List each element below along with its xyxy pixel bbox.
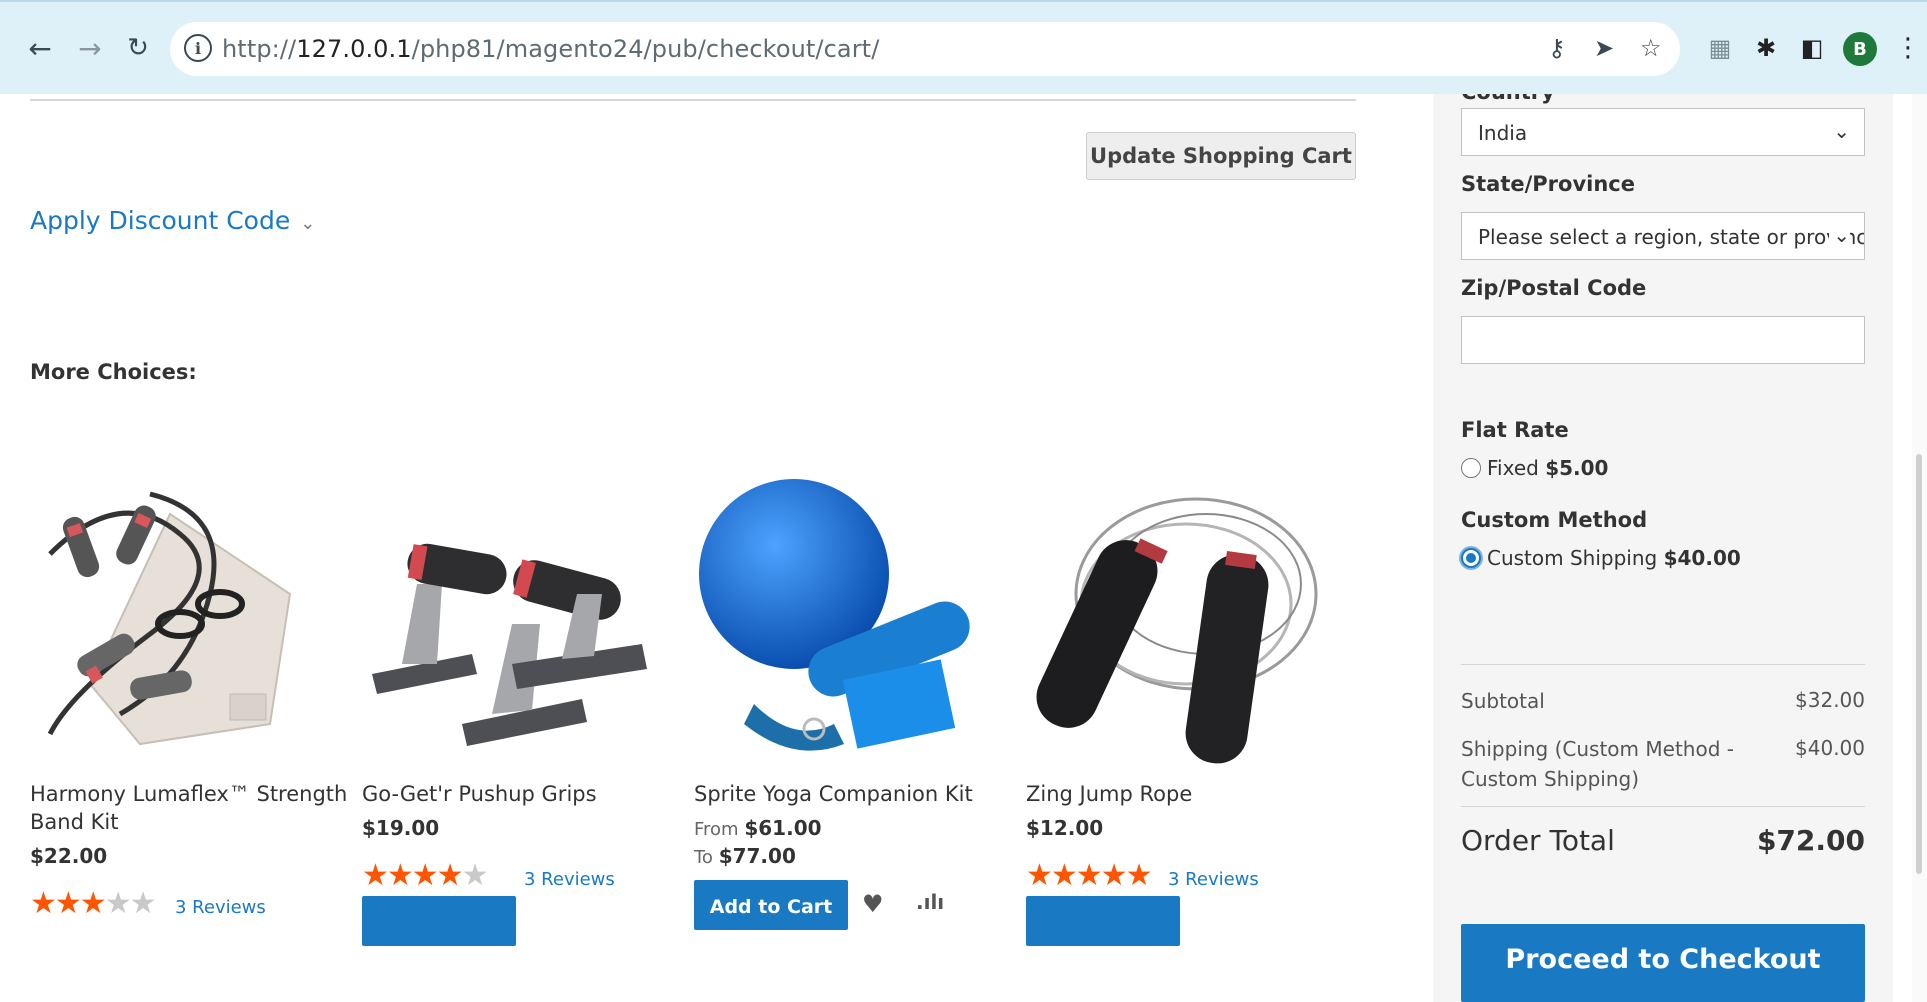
chevron-down-icon: ⌄	[1833, 119, 1850, 143]
page-content: Update Shopping Cart Apply Discount Code…	[0, 94, 1927, 1002]
flat-rate-title: Flat Rate	[1461, 418, 1569, 442]
order-total-value: $72.00	[1756, 824, 1865, 857]
rating-stars: ★★★★★	[1026, 858, 1152, 893]
product-price: $12.00	[1026, 816, 1104, 840]
bookmark-star-icon[interactable]: ☆	[1640, 34, 1662, 62]
custom-method-title: Custom Method	[1461, 508, 1648, 532]
shipping-value: $40.00	[1795, 736, 1865, 760]
apply-discount-toggle[interactable]: Apply Discount Code ⌄	[30, 206, 315, 235]
product-card: Zing Jump Rope $12.00 ★★★★★ 3 Reviews	[1026, 474, 1346, 946]
reload-icon[interactable]: ↻	[120, 30, 156, 66]
shipping-label: Shipping (Custom Method - Custom Shippin…	[1461, 737, 1734, 791]
state-placeholder: Please select a region, state or provinc…	[1478, 225, 1865, 249]
price-from: From $61.00	[694, 816, 822, 840]
subtotal-value: $32.00	[1795, 688, 1865, 712]
flat-rate-price: $5.00	[1545, 456, 1609, 480]
summary-divider	[1461, 664, 1865, 665]
wishlist-heart-icon[interactable]: ♥	[862, 890, 884, 918]
update-cart-button[interactable]: Update Shopping Cart	[1086, 132, 1356, 180]
summary-divider	[1461, 806, 1865, 807]
zip-label: Zip/Postal Code	[1461, 276, 1647, 300]
product-name[interactable]: Harmony Lumaflex™ Strength Band Kit	[30, 780, 350, 836]
product-price: $22.00	[30, 844, 108, 868]
custom-shipping-option[interactable]: Custom Shipping $40.00	[1461, 546, 1741, 570]
menu-icon[interactable]: ⋮	[1892, 32, 1924, 64]
rating-stars: ★★★★★	[362, 858, 488, 893]
reviews-link[interactable]: 3 Reviews	[175, 897, 266, 918]
price-to: To $77.00	[694, 844, 796, 868]
chevron-down-icon: ⌄	[300, 213, 316, 234]
reviews-link[interactable]: 3 Reviews	[524, 869, 615, 890]
product-card: Go-Get'r Pushup Grips $19.00 ★★★★★ 3 Rev…	[362, 474, 682, 946]
cart-summary: Country India ⌄ State/Province Please se…	[1433, 94, 1893, 1002]
add-to-cart-button[interactable]	[1026, 896, 1180, 946]
product-name[interactable]: Zing Jump Rope	[1026, 780, 1346, 808]
chevron-down-icon: ⌄	[1829, 223, 1850, 247]
site-info-icon[interactable]: i	[184, 34, 212, 62]
country-value: India	[1478, 121, 1528, 145]
order-total-label: Order Total	[1461, 824, 1615, 857]
add-to-cart-button[interactable]: Add to Cart	[694, 880, 848, 930]
discount-label: Apply Discount Code	[30, 206, 291, 235]
page-scrollbar[interactable]	[1912, 94, 1927, 1002]
product-image[interactable]	[362, 474, 662, 774]
product-image[interactable]	[1026, 474, 1326, 774]
product-name[interactable]: Sprite Yoga Companion Kit	[694, 780, 1014, 808]
flat-rate-option[interactable]: Fixed $5.00	[1461, 456, 1608, 480]
custom-shipping-radio[interactable]	[1461, 548, 1481, 568]
state-select[interactable]: Please select a region, state or provinc…	[1461, 212, 1865, 260]
compare-chart-icon[interactable]: .ılı	[916, 890, 944, 914]
back-arrow-icon[interactable]: ←	[22, 30, 58, 66]
send-icon[interactable]: ➤	[1594, 34, 1614, 62]
reviews-link[interactable]: 3 Reviews	[1168, 869, 1259, 890]
country-label: Country	[1461, 94, 1555, 104]
product-image[interactable]	[694, 474, 994, 774]
flat-rate-label: Fixed	[1487, 456, 1539, 480]
product-name[interactable]: Go-Get'r Pushup Grips	[362, 780, 682, 808]
forward-arrow-icon[interactable]: →	[72, 30, 108, 66]
state-label: State/Province	[1461, 172, 1635, 196]
browser-toolbar: ← → ↻ i http://127.0.0.1/php81/magento24…	[0, 0, 1927, 94]
product-card: Harmony Lumaflex™ Strength Band Kit $22.…	[30, 474, 350, 921]
flat-rate-radio[interactable]	[1461, 458, 1481, 478]
more-choices-heading: More Choices:	[30, 360, 197, 384]
custom-shipping-label: Custom Shipping	[1487, 546, 1658, 570]
profile-avatar[interactable]: B	[1843, 32, 1877, 66]
puzzle-icon[interactable]: ✱	[1750, 32, 1782, 64]
url-text: http://127.0.0.1/php81/magento24/pub/che…	[222, 35, 880, 63]
custom-shipping-price: $40.00	[1663, 546, 1741, 570]
product-card: Sprite Yoga Companion Kit From $61.00 To…	[694, 474, 1014, 930]
address-bar[interactable]: i http://127.0.0.1/php81/magento24/pub/c…	[170, 22, 1680, 76]
side-panel-icon[interactable]: ◧	[1796, 32, 1828, 64]
proceed-to-checkout-button[interactable]: Proceed to Checkout	[1461, 924, 1865, 1002]
add-to-cart-button[interactable]	[362, 896, 516, 946]
zip-input[interactable]	[1461, 316, 1865, 364]
country-select[interactable]: India ⌄	[1461, 108, 1865, 156]
product-image[interactable]	[30, 474, 330, 774]
scrollbar-thumb[interactable]	[1916, 454, 1922, 874]
product-price: $19.00	[362, 816, 440, 840]
extension-icon[interactable]: ▦	[1704, 32, 1736, 64]
subtotal-label: Subtotal	[1461, 689, 1545, 713]
rating-stars: ★★★★★	[30, 886, 156, 921]
key-icon[interactable]: ⚷	[1548, 34, 1566, 62]
cart-divider	[30, 99, 1356, 101]
